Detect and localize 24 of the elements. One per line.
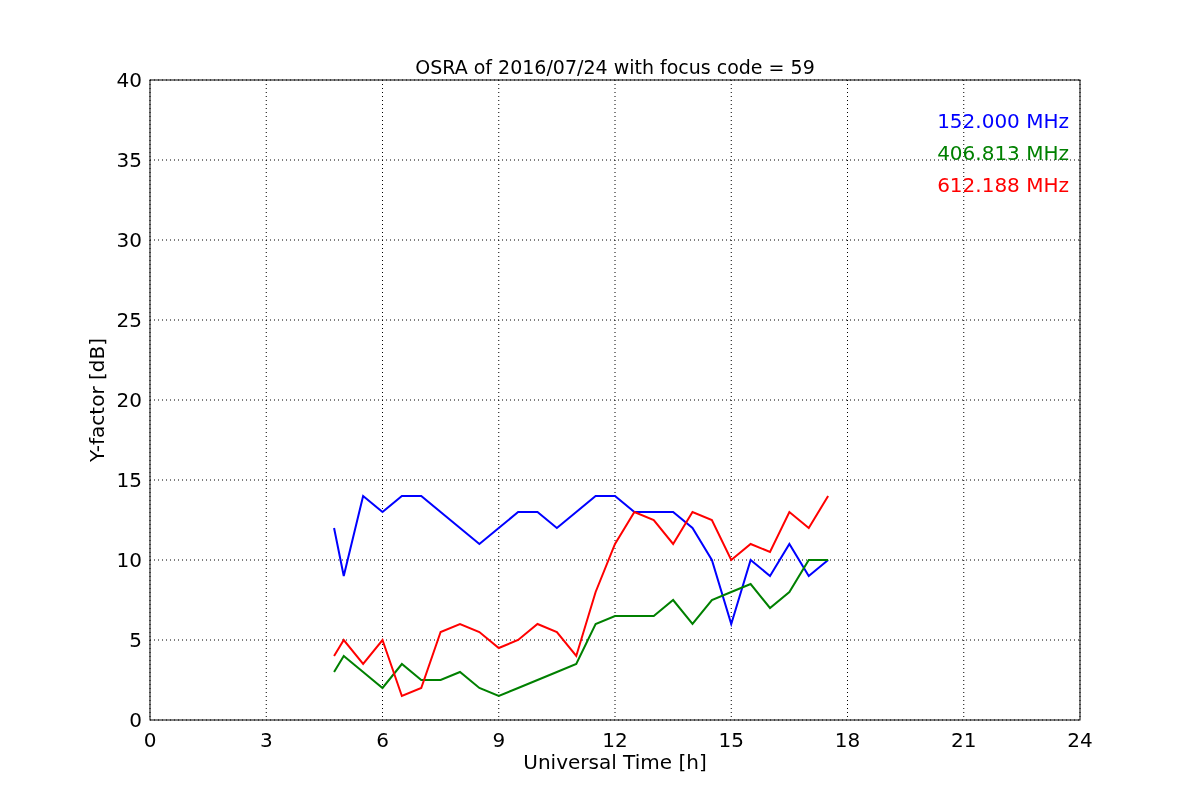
y-tick-label: 5: [129, 628, 142, 652]
y-axis-label: Y-factor [dB]: [85, 338, 109, 462]
x-axis-label: Universal Time [h]: [523, 750, 707, 774]
x-tick-label: 3: [259, 728, 273, 752]
x-tick-label: 21: [951, 728, 977, 752]
chart-title: OSRA of 2016/07/24 with focus code = 59: [415, 56, 815, 78]
y-tick-label: 40: [116, 68, 142, 92]
x-tick-label: 12: [602, 728, 628, 752]
y-tick-label: 25: [116, 308, 142, 332]
x-tick-label: 15: [718, 728, 744, 752]
legend-label: 406.813 MHz: [937, 141, 1069, 165]
x-tick-label: 0: [143, 728, 157, 752]
y-tick-label: 35: [116, 148, 142, 172]
x-tick-label: 24: [1067, 728, 1093, 752]
y-tick-label: 30: [116, 228, 142, 252]
y-tick-label: 20: [116, 388, 142, 412]
x-tick-label: 9: [492, 728, 506, 752]
legend-label: 612.188 MHz: [937, 173, 1069, 197]
y-tick-label: 10: [116, 548, 142, 572]
x-tick-label: 6: [376, 728, 389, 752]
legend-label: 152.000 MHz: [937, 109, 1069, 133]
y-tick-label: 0: [129, 708, 142, 732]
x-tick-label: 18: [834, 728, 861, 752]
y-tick-label: 15: [116, 468, 142, 492]
